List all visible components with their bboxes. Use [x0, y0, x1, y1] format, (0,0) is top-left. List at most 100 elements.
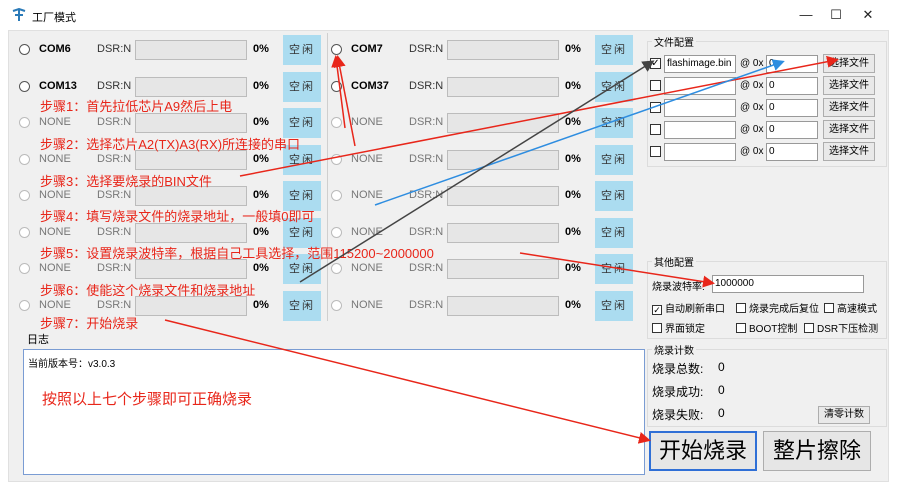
- file-enable-checkbox[interactable]: [650, 124, 661, 135]
- port-status-badge: 空闲: [595, 108, 633, 138]
- maximize-button[interactable]: ☐: [818, 4, 854, 26]
- port-select-radio[interactable]: [331, 44, 342, 55]
- select-file-button[interactable]: 选择文件: [823, 98, 875, 117]
- file-enable-checkbox[interactable]: [650, 80, 661, 91]
- burn-address-input[interactable]: 0: [766, 121, 818, 139]
- checkbox-box[interactable]: [736, 303, 746, 313]
- port-select-radio[interactable]: [331, 80, 342, 92]
- log-label: 日志: [27, 334, 49, 346]
- file-config-group: 文件配置 ✓ flashimage.bin @ 0x 0 选择文件 @ 0x 0 选择文件 @ …: [647, 34, 887, 167]
- checkbox-box[interactable]: [652, 323, 662, 333]
- select-file-button[interactable]: 选择文件: [823, 120, 875, 139]
- port-progress-percent: 0%: [253, 262, 269, 274]
- port-name: NONE: [39, 298, 71, 311]
- select-file-button[interactable]: 选择文件: [823, 142, 875, 161]
- option-label: 烧录完成后复位: [749, 304, 819, 315]
- baud-rate-input[interactable]: 1000000: [712, 275, 864, 293]
- select-file-button[interactable]: 选择文件: [823, 54, 875, 73]
- port-progress-percent: 0%: [253, 116, 269, 128]
- clear-count-button[interactable]: 清零计数: [818, 406, 870, 424]
- port-select-radio[interactable]: [19, 153, 30, 165]
- file-path-input[interactable]: [664, 77, 736, 95]
- port-progress-percent: 0%: [253, 79, 269, 92]
- fail-count-value: 0: [718, 406, 725, 420]
- option-checkbox[interactable]: 烧录完成后复位: [736, 300, 819, 315]
- file-path-input[interactable]: [664, 143, 736, 161]
- port-select-radio[interactable]: [19, 190, 30, 201]
- port-status-badge: 空闲: [595, 71, 633, 102]
- success-count-row: 烧录成功: 0: [652, 383, 725, 400]
- port-name: NONE: [351, 189, 383, 201]
- option-checkbox[interactable]: DSR下压检测: [804, 320, 878, 335]
- port-progress-percent: 0%: [565, 116, 581, 128]
- port-select-radio[interactable]: [331, 226, 342, 238]
- port-name: NONE: [351, 225, 383, 238]
- port-slot: COM7 DSR:N 0% 空闲: [325, 33, 636, 69]
- option-checkbox[interactable]: 高速模式: [824, 300, 877, 315]
- port-dsr-status: DSR:N: [97, 298, 132, 311]
- burn-address-input[interactable]: 0: [766, 143, 818, 161]
- option-checkbox[interactable]: ✓ 自动刷新串口: [652, 300, 725, 315]
- file-enable-checkbox[interactable]: ✓: [650, 58, 661, 69]
- port-progress-bar: [135, 76, 247, 97]
- checkbox-box[interactable]: [736, 323, 746, 333]
- step-5-annotation: 步骤5：设置烧录波特率，根据自己工具选择，范围115200~2000000: [40, 246, 434, 261]
- port-progress-bar: [447, 40, 559, 60]
- checkbox-box[interactable]: [824, 303, 834, 313]
- file-enable-checkbox[interactable]: [650, 146, 661, 157]
- success-count-label: 烧录成功:: [652, 385, 704, 399]
- port-select-radio[interactable]: [19, 263, 30, 274]
- step-1-annotation: 步骤1：首先拉低芯片A9然后上电: [40, 99, 233, 114]
- option-label: 高速模式: [837, 304, 877, 315]
- port-status-badge: 空闲: [595, 254, 633, 284]
- port-progress-bar: [135, 113, 247, 133]
- port-dsr-status: DSR:N: [409, 298, 444, 311]
- checkbox-box[interactable]: [804, 323, 814, 333]
- file-row: @ 0x 0 选择文件: [650, 142, 886, 162]
- port-select-radio[interactable]: [331, 299, 342, 311]
- port-progress-percent: 0%: [565, 152, 581, 165]
- log-textarea[interactable]: 当前版本号：v3.0.3 按照以上七个步骤即可正确烧录: [23, 349, 645, 475]
- file-path-input[interactable]: [664, 121, 736, 139]
- checkbox-box[interactable]: ✓: [652, 305, 662, 315]
- port-dsr-status: DSR:N: [97, 225, 132, 238]
- file-row: ✓ flashimage.bin @ 0x 0 选择文件: [650, 54, 886, 74]
- burn-address-input[interactable]: 0: [766, 77, 818, 95]
- port-select-radio[interactable]: [19, 226, 30, 238]
- option-checkbox[interactable]: 界面锁定: [652, 320, 705, 335]
- port-slot: COM37 DSR:N 0% 空闲: [325, 70, 636, 106]
- check-mark-icon: ✓: [651, 58, 660, 69]
- option-label: BOOT控制: [749, 324, 798, 335]
- burn-count-group: 烧录计数 烧录总数: 0 烧录成功: 0 烧录失败: 0 清零计数: [647, 342, 887, 427]
- port-select-radio[interactable]: [331, 117, 342, 128]
- address-prefix-label: @ 0x: [740, 102, 764, 113]
- burn-address-input[interactable]: 0: [766, 55, 818, 73]
- port-select-radio[interactable]: [19, 299, 30, 311]
- port-progress-percent: 0%: [565, 225, 581, 238]
- chip-erase-button[interactable]: 整片擦除: [763, 431, 871, 471]
- port-select-radio[interactable]: [331, 190, 342, 201]
- start-burn-button[interactable]: 开始烧录: [649, 431, 757, 471]
- port-select-radio[interactable]: [19, 44, 30, 55]
- file-path-input[interactable]: flashimage.bin: [664, 55, 736, 73]
- port-select-radio[interactable]: [19, 80, 30, 92]
- port-progress-bar: [447, 295, 559, 316]
- port-select-radio[interactable]: [331, 263, 342, 274]
- port-name: NONE: [39, 116, 71, 128]
- port-slot: NONE DSR:N 0% 空闲: [325, 143, 636, 179]
- burn-address-input[interactable]: 0: [766, 99, 818, 117]
- address-prefix-label: @ 0x: [740, 80, 764, 91]
- close-button[interactable]: ✕: [850, 4, 886, 26]
- port-name: COM13: [39, 79, 77, 92]
- port-select-radio[interactable]: [19, 117, 30, 128]
- file-row: @ 0x 0 选择文件: [650, 76, 886, 96]
- port-select-radio[interactable]: [331, 153, 342, 165]
- file-path-input[interactable]: [664, 99, 736, 117]
- select-file-button[interactable]: 选择文件: [823, 76, 875, 95]
- step-6-annotation: 步骤6：使能这个烧录文件和烧录地址: [40, 283, 256, 298]
- burn-count-title: 烧录计数: [652, 342, 696, 357]
- file-enable-checkbox[interactable]: [650, 102, 661, 113]
- option-checkbox[interactable]: BOOT控制: [736, 320, 797, 335]
- port-slot: NONE DSR:N 0% 空闲: [325, 289, 636, 325]
- port-dsr-status: DSR:N: [97, 152, 132, 165]
